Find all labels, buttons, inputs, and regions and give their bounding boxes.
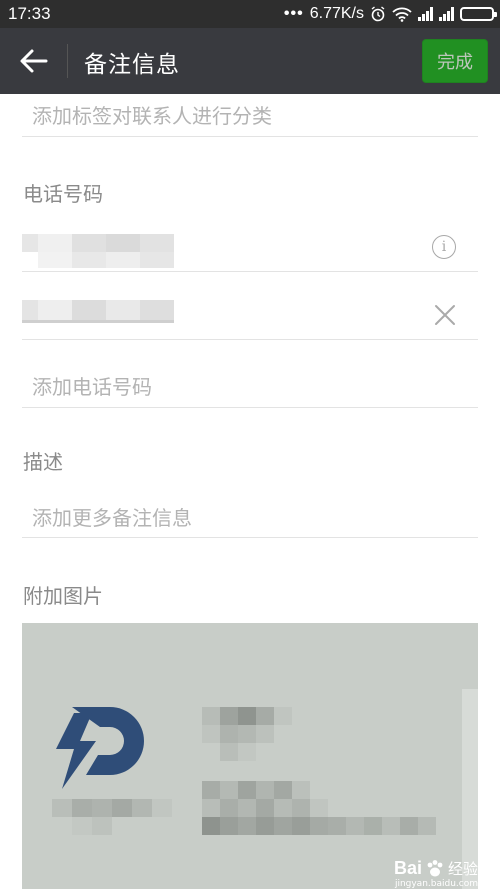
blurred-card-text [202, 781, 478, 841]
description-section-label: 描述 [23, 450, 63, 474]
baidu-watermark: Bai 经验 [394, 858, 478, 879]
watermark-sub: 经验 [447, 860, 478, 878]
description-input[interactable]: 添加更多备注信息 [22, 490, 478, 538]
phone-number-row[interactable]: i [22, 222, 478, 272]
arrow-left-icon[interactable] [16, 46, 50, 76]
top-bar: 备注信息 完成 [0, 28, 500, 94]
wifi-icon [392, 7, 412, 22]
lightning-logo-icon [56, 707, 144, 789]
add-phone-input[interactable]: 添加电话号码 [22, 340, 478, 408]
status-icons: ••• 6.77K/s [283, 3, 497, 25]
done-button[interactable]: 完成 [422, 39, 488, 83]
attachment-section-label: 附加图片 [23, 584, 103, 608]
tags-input[interactable]: 添加标签对联系人进行分类 [22, 94, 478, 137]
attached-photo[interactable] [22, 623, 478, 889]
phone-section-label: 电话号码 [23, 182, 103, 206]
network-speed: 6.77K/s [309, 5, 364, 22]
blurred-phone-number [22, 300, 174, 324]
status-bar: 17:33 ••• 6.77K/s [0, 0, 500, 28]
status-time: 17:33 [8, 4, 51, 23]
paw-icon [427, 860, 443, 877]
blurred-card-text [202, 707, 296, 763]
watermark-url: jingyan.baidu.com [394, 879, 478, 889]
phone-number-row[interactable] [22, 272, 478, 340]
watermark-brand: Bai [393, 858, 422, 878]
add-phone-placeholder: 添加电话号码 [32, 375, 152, 399]
header-divider [67, 44, 68, 78]
signal-icon [439, 7, 454, 21]
blurred-card-text [52, 799, 172, 839]
more-dots-icon: ••• [283, 5, 304, 22]
tags-placeholder: 添加标签对联系人进行分类 [32, 104, 272, 128]
description-placeholder: 添加更多备注信息 [32, 506, 192, 530]
signal-icon [418, 7, 433, 21]
battery-icon [460, 7, 497, 21]
info-icon[interactable]: i [432, 235, 456, 259]
close-icon[interactable] [432, 302, 458, 328]
alarm-icon [371, 6, 385, 22]
page-title: 备注信息 [84, 52, 180, 78]
